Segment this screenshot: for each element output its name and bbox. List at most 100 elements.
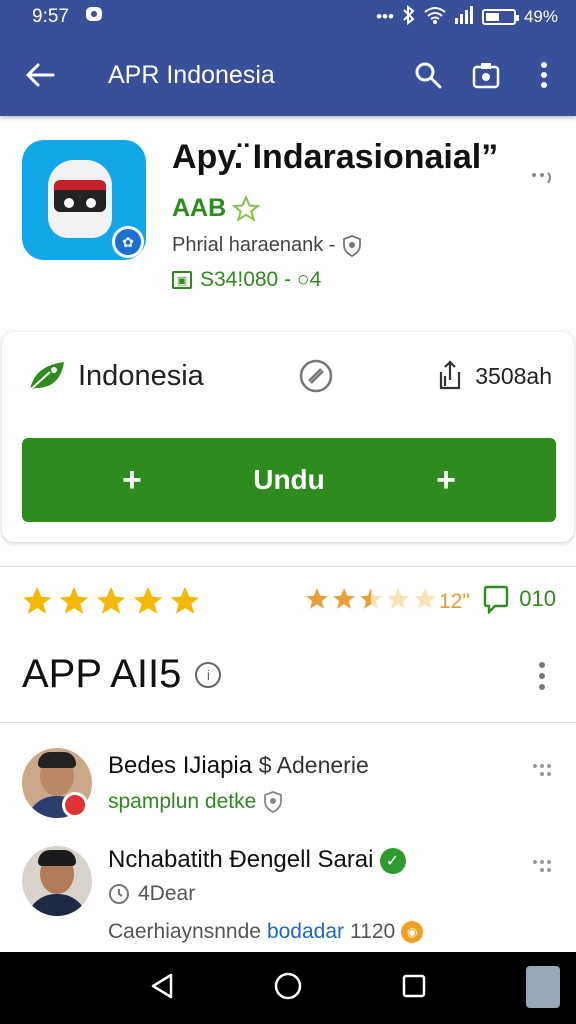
price-tag-icon: ▣: [172, 271, 192, 289]
battery-percent: 49%: [523, 7, 558, 26]
rating-stars-secondary: 12": [304, 586, 470, 618]
status-bar: 9:57 ••• 49%: [0, 0, 576, 34]
review-time-text: 4Dear: [138, 882, 196, 905]
install-card: Indonesia 3508ah + Undu +: [2, 332, 574, 542]
shield-icon: [343, 234, 362, 257]
avatar-badge-icon: [62, 792, 88, 818]
plus-icon-right: +: [436, 460, 456, 499]
robot-visor: [54, 180, 106, 212]
reviewer-name[interactable]: Nchabatith Ðengell Sarai ✓: [108, 846, 406, 874]
clock-icon: [109, 884, 129, 904]
compass-icon[interactable]: [298, 358, 334, 394]
reviewer-name[interactable]: Bedes IJiapia $ Adenerie: [108, 752, 369, 780]
install-button[interactable]: + Undu +: [22, 438, 556, 522]
section-title-text: APP AII5: [22, 652, 182, 696]
back-arrow-icon[interactable]: [24, 59, 56, 91]
robot-face: [48, 160, 112, 238]
review-text: Caerhiaynsnnde bodadar 1120 ◉: [108, 920, 424, 944]
download-size-icon: [440, 360, 461, 390]
review-text-suffix: 1120: [350, 920, 396, 943]
region-label: Indonesia: [78, 359, 204, 392]
search-icon[interactable]: [412, 59, 444, 91]
size-info: 3508ah: [435, 360, 552, 392]
secondary-stars: [304, 586, 438, 618]
install-button-label: Undu: [253, 464, 325, 495]
avatar-shoulders: [26, 894, 88, 916]
app-name: Apy.̈ Indarasionaial”: [172, 138, 499, 176]
star-icon: [385, 586, 411, 618]
header-more-icon[interactable]: [530, 166, 554, 190]
app-price: ▣ S34!080 - ○4: [172, 268, 321, 292]
robot-eye-right: [86, 198, 96, 208]
app-description: Phrial haraenank -: [172, 234, 362, 257]
rating-count: 12": [439, 590, 470, 613]
section-more-vert-icon[interactable]: [530, 658, 554, 694]
reviewer-name-suffix: $ Adenerie: [258, 752, 369, 778]
info-icon[interactable]: i: [195, 661, 222, 688]
avatar-hair: [38, 752, 76, 768]
app-bar-title: APR Indonesia: [108, 60, 275, 89]
star-icon: [131, 584, 165, 623]
battery-icon: [481, 9, 519, 25]
review-text-link[interactable]: bodadar: [267, 920, 344, 944]
wifi-icon: [424, 6, 446, 29]
app-developer[interactable]: AAB: [172, 194, 261, 223]
info-glyph: i: [206, 666, 210, 683]
system-nav-bar: [0, 952, 576, 1024]
app-bar-actions: [412, 59, 560, 91]
app-icon-badge: ✿: [112, 226, 144, 258]
notification-icon: [85, 5, 103, 29]
description-text: Phrial haraenank -: [172, 234, 336, 256]
review-subtitle-text: spamplun detke: [108, 790, 257, 813]
section-title: APP AII5 i: [22, 652, 222, 697]
assistant-icon[interactable]: [526, 966, 560, 1008]
rating-stars[interactable]: [20, 584, 202, 623]
review-subtitle: spamplun detke: [108, 790, 283, 814]
reviewer-name-text: Bedes IJiapia: [108, 752, 253, 779]
app-header: ✿ Apy.̈ Indarasionaial” AAB Phrial harae…: [0, 116, 576, 326]
back-triangle-icon[interactable]: [149, 972, 175, 1005]
avatar[interactable]: [22, 846, 92, 916]
recents-square-icon[interactable]: [401, 973, 427, 1004]
more-vert-icon[interactable]: [528, 59, 560, 91]
review-more-icon[interactable]: [530, 758, 554, 782]
star-icon: [331, 586, 357, 618]
app-bar: APR Indonesia: [0, 34, 576, 116]
comments-count: 010: [519, 586, 556, 611]
plus-icon-left: +: [122, 460, 142, 499]
share-icon[interactable]: [470, 59, 502, 91]
avatar-hair: [38, 850, 76, 866]
star-outline-icon: [232, 194, 261, 222]
signal-icon: [454, 5, 474, 29]
ratings-row: 12" 010: [0, 580, 576, 628]
comment-icon: [484, 585, 509, 614]
review-text-prefix: Caerhiaynsnnde: [108, 920, 261, 943]
comments-button[interactable]: 010: [483, 584, 556, 614]
coin-icon: ◉: [401, 921, 424, 943]
divider: [0, 722, 576, 723]
region-row: Indonesia: [26, 358, 204, 394]
star-icon: [304, 586, 330, 618]
shield-icon: [264, 791, 283, 813]
star-icon: [358, 586, 384, 618]
verified-icon: ✓: [379, 847, 406, 874]
battery-fill: [485, 13, 499, 21]
star-icon: [57, 584, 91, 623]
review-time: 4Dear: [108, 882, 195, 906]
reviewer-name-text: Nchabatith Ðengell Sarai: [108, 846, 374, 873]
price-text: S34!080 - ○4: [200, 268, 322, 291]
app-icon: ✿: [22, 140, 146, 260]
home-circle-icon[interactable]: [273, 971, 303, 1006]
status-time: 9:57: [32, 6, 69, 27]
review-more-icon[interactable]: [530, 854, 554, 878]
divider: [0, 566, 576, 567]
star-icon: [94, 584, 128, 623]
leaf-icon: [29, 362, 64, 391]
size-text: 3508ah: [475, 362, 552, 389]
star-icon: [20, 584, 54, 623]
robot-eye-left: [64, 198, 74, 208]
star-icon: [412, 586, 438, 618]
bluetooth-icon: [402, 4, 416, 30]
developer-name: AAB: [172, 194, 227, 222]
star-icon: [168, 584, 202, 623]
